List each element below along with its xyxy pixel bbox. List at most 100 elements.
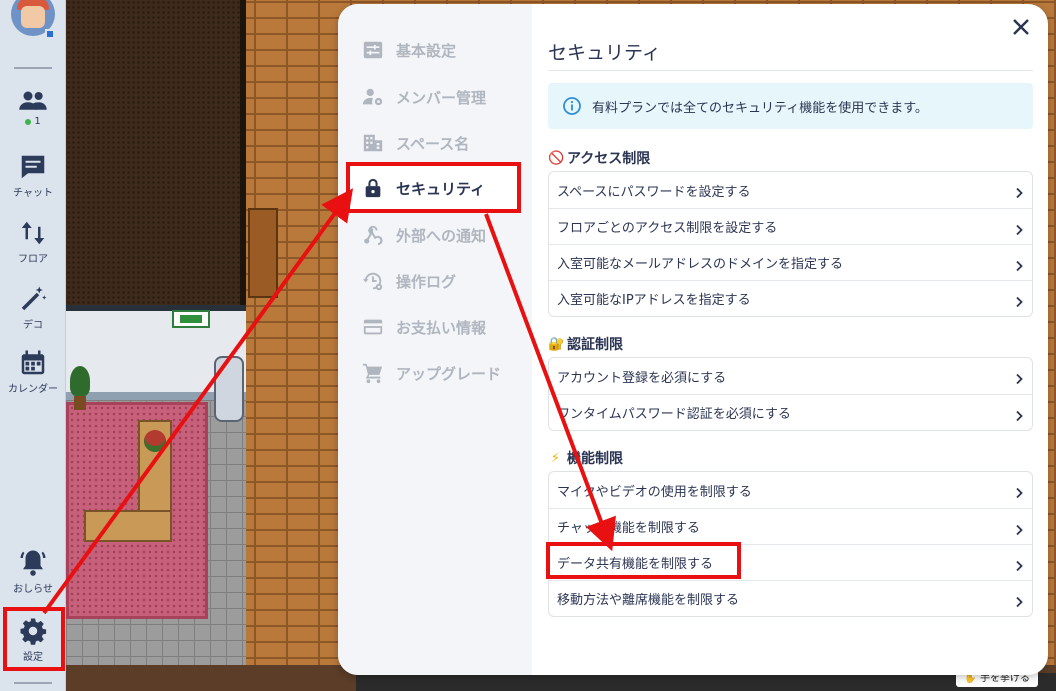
feature-restriction-list: マイクやビデオの使用を制限する チャット機能を制限する データ共有機能を制限する… bbox=[548, 471, 1033, 617]
nav-item-upgrade[interactable]: アップグレード bbox=[362, 359, 532, 387]
flower-vase bbox=[144, 430, 166, 452]
chevron-right-icon bbox=[1014, 221, 1024, 235]
sidebar-divider bbox=[14, 682, 52, 684]
nav-item-operation-log[interactable]: 操作ログ bbox=[362, 267, 532, 295]
dark-room-floor bbox=[66, 0, 246, 305]
section-heading-access: 🚫 アクセス制限 bbox=[548, 148, 650, 168]
sidebar-item-floor[interactable]: フロア bbox=[0, 218, 66, 265]
close-button[interactable] bbox=[1010, 16, 1032, 38]
nav-item-label: スペース名 bbox=[396, 134, 470, 153]
sidebar-item-label: チャット bbox=[13, 188, 53, 199]
sidebar-item-label: おしらせ bbox=[13, 584, 53, 595]
nav-item-security[interactable]: セキュリティ bbox=[362, 174, 532, 202]
avatar-status-icon bbox=[45, 29, 55, 39]
nav-item-label: 外部への通知 bbox=[396, 226, 487, 245]
list-item-space-password[interactable]: スペースにパスワードを設定する bbox=[549, 172, 1032, 208]
chevron-right-icon bbox=[1014, 257, 1024, 271]
nav-item-label: お支払い情報 bbox=[396, 318, 487, 337]
user-gear-icon bbox=[362, 88, 383, 106]
reception-desk-side bbox=[84, 510, 172, 542]
settings-nav: 基本設定 メンバー管理 スペース名 セキュリティ 外部への通知 操作ログ お支払… bbox=[338, 4, 532, 675]
settings-modal: 基本設定 メンバー管理 スペース名 セキュリティ 外部への通知 操作ログ お支払… bbox=[338, 4, 1048, 675]
title-divider bbox=[548, 70, 1033, 71]
online-count-value: 1 bbox=[34, 116, 41, 127]
list-item-mic-video[interactable]: マイクやビデオの使用を制限する bbox=[549, 472, 1032, 508]
key-lock-icon: 🔐 bbox=[548, 336, 565, 352]
online-dot-icon bbox=[25, 118, 32, 125]
bell-icon bbox=[20, 550, 46, 576]
info-banner: 有料プランでは全てのセキュリティ機能を使用できます。 bbox=[548, 83, 1033, 129]
chevron-right-icon bbox=[1014, 484, 1024, 499]
sidebar-item-chat[interactable]: チャット bbox=[0, 152, 66, 199]
prohibited-icon: 🚫 bbox=[548, 150, 565, 166]
sidebar-divider bbox=[14, 67, 52, 69]
sidebar-item-label: フロア bbox=[18, 254, 48, 265]
credit-card-icon bbox=[363, 319, 383, 335]
sidebar-item-members[interactable]: 1 bbox=[0, 86, 66, 127]
nav-item-label: 基本設定 bbox=[396, 41, 457, 60]
nav-item-label: 操作ログ bbox=[396, 272, 457, 291]
nav-item-member-management[interactable]: メンバー管理 bbox=[362, 83, 532, 111]
chat-icon bbox=[21, 155, 45, 179]
calendar-icon bbox=[21, 350, 45, 375]
robot-avatar[interactable] bbox=[214, 356, 244, 422]
lock-icon bbox=[365, 178, 381, 198]
list-item-movement[interactable]: 移動方法や離席機能を制限する bbox=[549, 580, 1032, 616]
list-item-require-otp[interactable]: ワンタイムパスワード認証を必須にする bbox=[549, 394, 1032, 430]
page-title: セキュリティ bbox=[548, 42, 661, 64]
auth-restriction-list: アカウント登録を必須にする ワンタイムパスワード認証を必須にする bbox=[548, 357, 1033, 431]
sidebar-item-notices[interactable]: おしらせ bbox=[0, 548, 66, 595]
sidebar-item-deco[interactable]: デコ bbox=[0, 284, 66, 331]
sidebar-item-label: デコ bbox=[23, 320, 43, 331]
nav-item-space-name[interactable]: スペース名 bbox=[362, 129, 532, 157]
sliders-icon bbox=[363, 41, 383, 59]
section-heading-label: 機能制限 bbox=[567, 451, 623, 467]
chevron-right-icon bbox=[1014, 557, 1024, 571]
cart-icon bbox=[362, 363, 383, 384]
list-item-label: マイクやビデオの使用を制限する bbox=[557, 484, 752, 500]
nav-item-payment-info[interactable]: お支払い情報 bbox=[362, 313, 532, 341]
wooden-shelf bbox=[248, 208, 278, 298]
users-icon bbox=[19, 91, 47, 110]
nav-item-label: アップグレード bbox=[396, 364, 502, 383]
chevron-right-icon bbox=[1014, 407, 1024, 421]
info-text: 有料プランでは全てのセキュリティ機能を使用できます。 bbox=[592, 100, 928, 116]
nav-item-external-notification[interactable]: 外部への通知 bbox=[362, 221, 532, 249]
section-heading-label: 認証制限 bbox=[567, 337, 623, 353]
exit-sign bbox=[172, 310, 210, 328]
list-item-email-domain[interactable]: 入室可能なメールアドレスのドメインを指定する bbox=[549, 244, 1032, 280]
chevron-right-icon bbox=[1014, 293, 1024, 307]
list-item-chat[interactable]: チャット機能を制限する bbox=[549, 508, 1032, 544]
list-item-label: アカウント登録を必須にする bbox=[557, 370, 727, 386]
magic-wand-icon bbox=[21, 286, 47, 311]
access-restriction-list: スペースにパスワードを設定する フロアごとのアクセス制限を設定する 入室可能なメ… bbox=[548, 171, 1033, 317]
sidebar-item-label: カレンダー bbox=[8, 384, 58, 395]
list-item-data-sharing[interactable]: データ共有機能を制限する bbox=[549, 544, 1032, 580]
list-item-label: チャット機能を制限する bbox=[557, 521, 700, 536]
list-item-label: フロアごとのアクセス制限を設定する bbox=[557, 221, 778, 236]
left-sidebar: 1 チャット フロア デコ カレンダー おしらせ 設定 bbox=[0, 0, 66, 691]
building-icon bbox=[363, 134, 383, 152]
history-gear-icon bbox=[362, 272, 383, 291]
list-item-label: データ共有機能を制限する bbox=[557, 557, 714, 572]
settings-highlight-box bbox=[3, 607, 65, 671]
chevron-right-icon bbox=[1014, 184, 1024, 199]
list-item-label: 入室可能なIPアドレスを指定する bbox=[557, 293, 751, 308]
section-heading-auth: 🔐 認証制限 bbox=[548, 334, 623, 354]
info-icon bbox=[563, 97, 581, 115]
section-heading-label: アクセス制限 bbox=[567, 151, 651, 167]
list-item-label: 入室可能なメールアドレスのドメインを指定する bbox=[557, 257, 844, 272]
sidebar-item-calendar[interactable]: カレンダー bbox=[0, 348, 66, 395]
section-heading-feature: ⚡ 機能制限 bbox=[548, 448, 623, 468]
potted-plant bbox=[68, 366, 92, 412]
webhook-icon bbox=[364, 225, 383, 246]
list-item-ip-address[interactable]: 入室可能なIPアドレスを指定する bbox=[549, 280, 1032, 316]
chevron-right-icon bbox=[1014, 593, 1024, 607]
floor-icon bbox=[21, 221, 45, 245]
list-item-floor-access[interactable]: フロアごとのアクセス制限を設定する bbox=[549, 208, 1032, 244]
chevron-right-icon bbox=[1014, 521, 1024, 535]
list-item-label: ワンタイムパスワード認証を必須にする bbox=[557, 407, 791, 422]
list-item-require-account[interactable]: アカウント登録を必須にする bbox=[549, 358, 1032, 394]
nav-item-label: メンバー管理 bbox=[396, 88, 487, 107]
nav-item-basic-settings[interactable]: 基本設定 bbox=[362, 36, 532, 64]
